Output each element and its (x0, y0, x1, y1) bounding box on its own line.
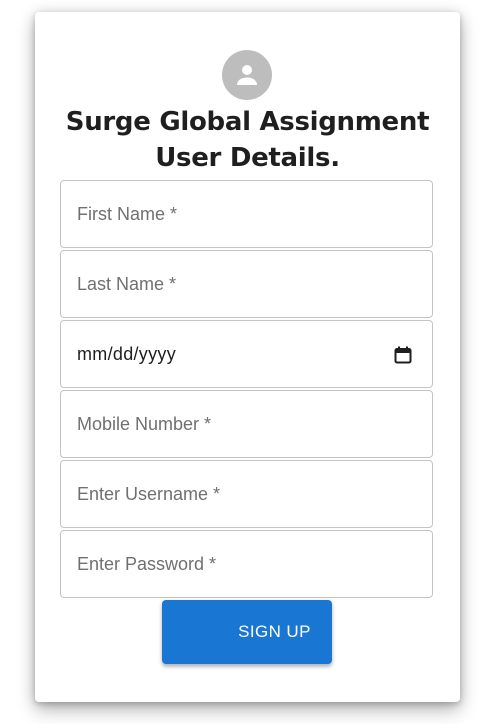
page-title: Surge Global Assignment User Details. (35, 104, 460, 176)
last-name-field[interactable]: Last Name * (60, 250, 433, 318)
first-name-field[interactable]: First Name * (60, 180, 433, 248)
sign-up-label: SIGN UP (238, 622, 311, 641)
mobile-number-placeholder: Mobile Number * (77, 414, 212, 434)
avatar (222, 50, 272, 100)
password-field[interactable]: Enter Password * (60, 530, 433, 598)
date-format-text: mm/dd/yyyy (77, 344, 177, 364)
username-placeholder: Enter Username * (77, 484, 221, 504)
title-line-1: Surge Global Assignment (65, 107, 430, 137)
birth-date-field[interactable]: mm/dd/yyyy (60, 320, 433, 388)
sign-up-button[interactable]: SIGN UP (162, 600, 332, 664)
title-line-2: User Details. (155, 143, 340, 173)
person-icon (237, 65, 257, 85)
password-placeholder: Enter Password * (77, 554, 217, 574)
signup-card: Surge Global Assignment User Details. Fi… (35, 12, 460, 702)
mobile-number-field[interactable]: Mobile Number * (60, 390, 433, 458)
first-name-placeholder: First Name * (77, 204, 178, 224)
last-name-placeholder: Last Name * (77, 274, 177, 294)
username-field[interactable]: Enter Username * (60, 460, 433, 528)
calendar-icon[interactable] (394, 346, 412, 364)
